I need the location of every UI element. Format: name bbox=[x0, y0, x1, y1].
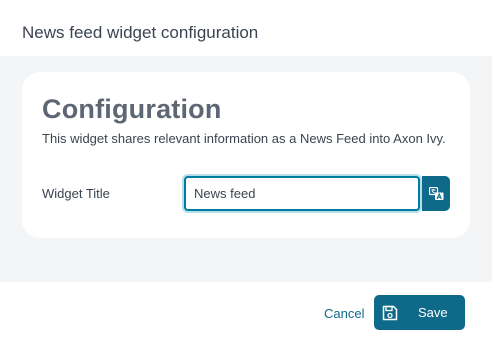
save-button[interactable]: Save bbox=[374, 295, 465, 330]
dialog-body: Configuration This widget shares relevan… bbox=[0, 56, 492, 282]
card-description: This widget shares relevant information … bbox=[42, 131, 446, 146]
widget-config-dialog: News feed widget configuration Configura… bbox=[0, 0, 492, 350]
save-label: Save bbox=[418, 305, 448, 320]
cancel-button[interactable]: Cancel bbox=[324, 306, 364, 321]
dialog-title: News feed widget configuration bbox=[22, 23, 259, 42]
card-heading: Configuration bbox=[42, 94, 222, 124]
configuration-card: Configuration This widget shares relevan… bbox=[22, 72, 470, 238]
widget-title-label: Widget Title bbox=[42, 186, 110, 201]
translate-button[interactable] bbox=[422, 176, 450, 211]
widget-title-input[interactable] bbox=[184, 176, 420, 211]
dialog-footer: Cancel Save bbox=[0, 282, 492, 350]
translate-icon bbox=[428, 186, 444, 201]
floppy-disk-icon bbox=[382, 305, 398, 321]
